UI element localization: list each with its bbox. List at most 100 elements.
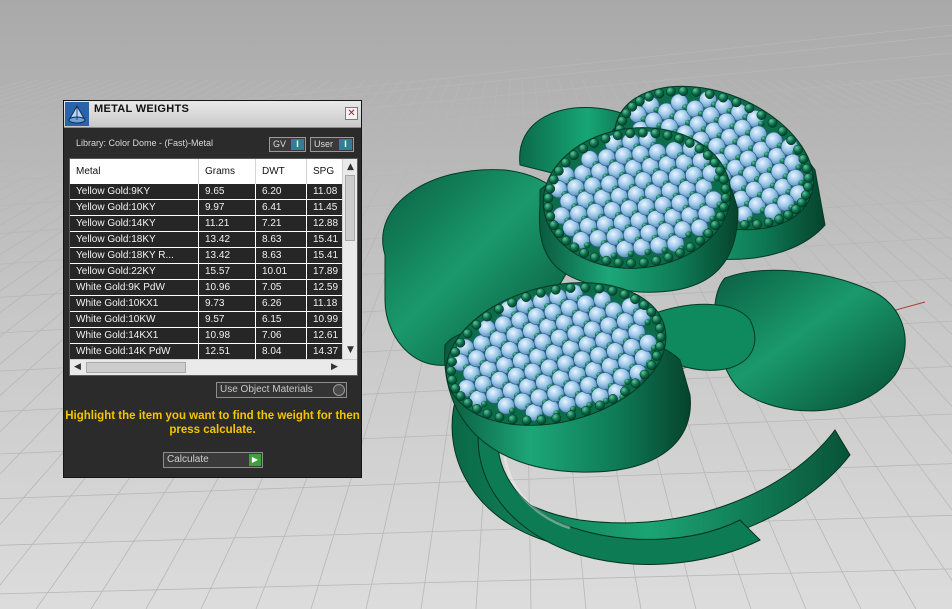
- rim-bead: [548, 174, 559, 185]
- rim-bead: [718, 92, 729, 103]
- rim-bead: [447, 356, 457, 367]
- cell-metal: Yellow Gold:9KY: [70, 184, 199, 199]
- cell-metal: Yellow Gold:14KY: [70, 216, 199, 231]
- arrow-down-icon[interactable]: ▼: [344, 344, 357, 357]
- horizontal-scrollbar[interactable]: ◀ ▶: [70, 359, 357, 375]
- rim-bead: [550, 284, 561, 295]
- materials-dropdown-label: Use Object Materials: [220, 384, 313, 395]
- cell-spg: 11.18: [313, 298, 338, 309]
- arrow-up-icon[interactable]: ▲: [344, 161, 357, 174]
- rim-bead: [521, 292, 531, 303]
- rim-bead: [447, 375, 458, 385]
- table-row[interactable]: Yellow Gold:18KY 13.42 8.63 15.41: [70, 232, 342, 248]
- table-row[interactable]: Yellow Gold:22KY 15.57 10.01 17.89: [70, 264, 342, 280]
- rim-bead: [654, 323, 665, 333]
- arrow-left-icon[interactable]: ◀: [71, 361, 84, 374]
- rim-bead: [702, 150, 713, 161]
- rim-bead: [569, 242, 580, 253]
- use-object-materials-dropdown[interactable]: Use Object Materials: [216, 382, 347, 398]
- vertical-scroll-thumb[interactable]: [345, 175, 355, 241]
- rim-bead: [793, 144, 803, 155]
- cell-spg: 12.59: [313, 282, 339, 293]
- cell-dwt: 8.04: [256, 344, 307, 359]
- cell-spg: 12.61: [313, 330, 339, 341]
- rim-bead: [744, 103, 755, 114]
- instruction-text: Highlight the item you want to find the …: [65, 410, 360, 436]
- rim-bead: [655, 341, 665, 352]
- play-arrow-icon: ▶: [249, 454, 261, 466]
- rim-bead: [569, 150, 579, 161]
- table-row[interactable]: White Gold:10KX1 9.73 6.26 11.18: [70, 296, 342, 312]
- cell-dwt: 8.63: [256, 248, 307, 263]
- metal-weights-panel: METAL WEIGHTS ✕ Library: Color Dome - (F…: [63, 100, 362, 478]
- cell-dwt: 7.06: [256, 328, 307, 343]
- table-row[interactable]: White Gold:10KW 9.57 6.15 10.99: [70, 312, 342, 328]
- dome-gem-icon: [65, 102, 89, 126]
- rim-bead: [703, 228, 714, 239]
- rim-bead: [507, 297, 517, 308]
- cell-dwt: 7.21: [256, 216, 307, 231]
- rim-bead: [630, 378, 641, 389]
- table-row[interactable]: Yellow Gold:18KY R... 13.42 8.63 15.41: [70, 248, 342, 264]
- rim-bead: [607, 286, 618, 296]
- rim-bead: [566, 410, 577, 420]
- column-header-metal[interactable]: Metal: [70, 159, 199, 184]
- rim-bead: [715, 166, 725, 176]
- rim-bead: [549, 220, 559, 230]
- table-row[interactable]: White Gold:14KX1 10.98 7.06 12.61: [70, 328, 342, 344]
- cell-metal: Yellow Gold:22KY: [70, 264, 199, 279]
- rim-bead: [612, 130, 623, 141]
- prong-bead: [644, 248, 651, 256]
- rim-bead: [600, 133, 611, 144]
- gv-toggle-indicator: I: [291, 139, 304, 150]
- gv-toggle[interactable]: GV I: [269, 137, 306, 152]
- rim-bead: [601, 255, 612, 266]
- rim-bead: [674, 133, 684, 144]
- rim-bead: [666, 86, 676, 97]
- rim-bead: [646, 360, 657, 371]
- panel-titlebar[interactable]: METAL WEIGHTS ✕: [64, 101, 361, 128]
- column-header-grams[interactable]: Grams: [199, 159, 256, 184]
- table-row[interactable]: White Gold:14K PdW 12.51 8.04 14.37: [70, 344, 342, 360]
- rim-bead: [613, 257, 624, 268]
- close-icon[interactable]: ✕: [345, 107, 358, 120]
- cell-spg: 15.41: [313, 250, 339, 261]
- cell-spg: 11.08: [313, 186, 338, 197]
- rim-bead: [581, 405, 591, 416]
- cell-spg: 12.88: [313, 218, 339, 229]
- user-toggle[interactable]: User I: [310, 137, 354, 152]
- rim-bead: [650, 128, 661, 139]
- rim-bead: [507, 414, 518, 425]
- table-row[interactable]: Yellow Gold:14KY 11.21 7.21 12.88: [70, 216, 342, 232]
- cell-grams: 13.42: [199, 232, 256, 247]
- rim-bead: [543, 193, 554, 203]
- cell-metal: Yellow Gold:18KY R...: [70, 248, 199, 263]
- table-row[interactable]: Yellow Gold:9KY 9.65 6.20 11.08: [70, 184, 342, 200]
- rim-bead: [718, 202, 729, 213]
- horizontal-scroll-thumb[interactable]: [86, 362, 186, 373]
- rim-bead: [720, 193, 731, 203]
- rim-bead: [545, 211, 556, 222]
- rim-bead: [455, 391, 466, 401]
- prong-bead: [644, 319, 651, 326]
- table-row[interactable]: White Gold:9K PdW 10.96 7.05 12.59: [70, 280, 342, 296]
- rim-bead: [777, 126, 788, 137]
- user-toggle-label: User: [314, 139, 334, 149]
- rim-bead: [639, 369, 650, 380]
- rim-bead: [551, 413, 562, 424]
- table-row[interactable]: Yellow Gold:10KY 9.97 6.41 11.45: [70, 200, 342, 216]
- calculate-button[interactable]: Calculate ▶: [163, 452, 263, 468]
- rim-bead: [543, 202, 554, 213]
- metal-list[interactable]: Metal Grams DWT SPG Yellow Gold:9KY 9.65 6…: [69, 158, 358, 376]
- vertical-scrollbar[interactable]: ▲ ▼: [342, 159, 357, 359]
- column-header-dwt[interactable]: DWT: [256, 159, 307, 184]
- rim-bead: [634, 96, 645, 107]
- rim-bead: [663, 252, 674, 263]
- column-header-spg[interactable]: SPG: [307, 159, 342, 184]
- rim-bead: [644, 91, 654, 102]
- rim-bead: [718, 174, 729, 185]
- prong-bead: [627, 250, 634, 258]
- arrow-right-icon[interactable]: ▶: [328, 361, 341, 374]
- rim-bead: [739, 220, 750, 230]
- gv-toggle-label: GV: [273, 139, 287, 149]
